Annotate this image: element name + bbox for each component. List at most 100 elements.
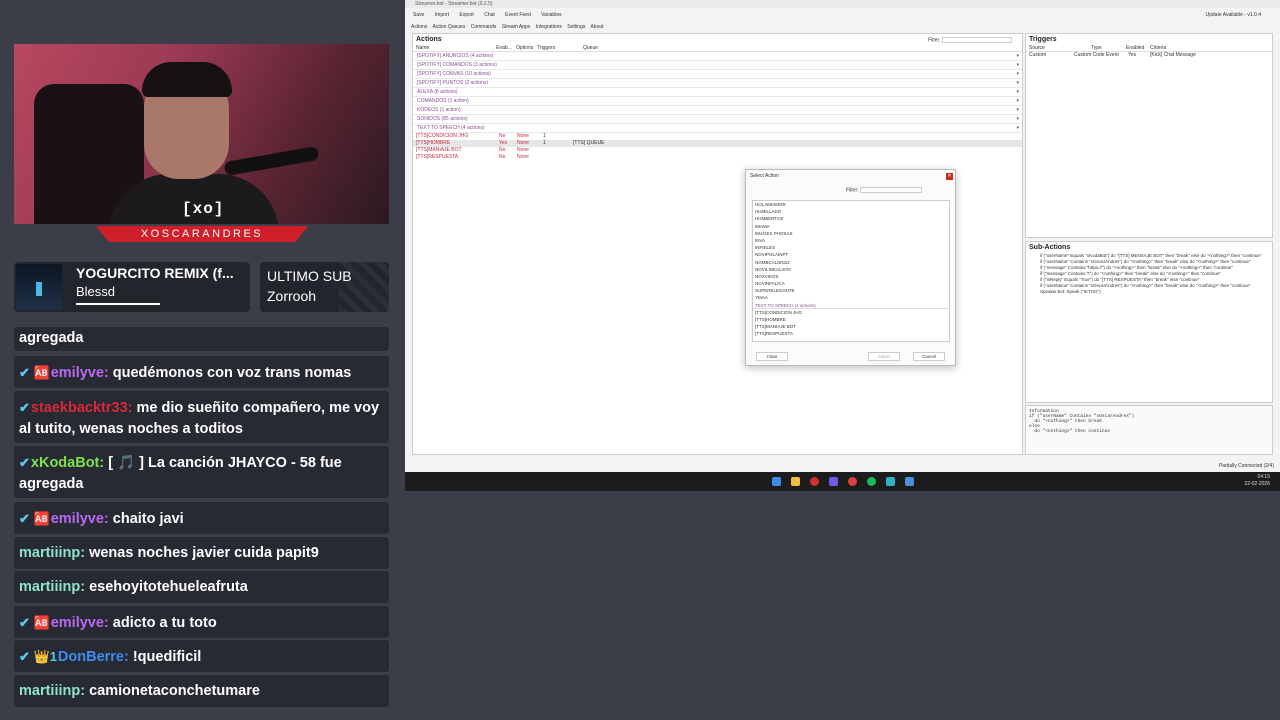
tab-action-queues[interactable]: Action Queues [433,24,466,30]
chat-text: wenas noches javier cuida papit9 [85,545,319,561]
app-icon[interactable] [886,477,895,486]
dialog-action-item[interactable]: IMAGES PHOSAS [753,230,949,237]
dialog-filter-input[interactable] [859,187,922,193]
dialog-action-item[interactable]: INVA [753,237,949,244]
obs-icon[interactable] [848,477,857,486]
col-queue[interactable]: Queue [583,45,598,51]
chat-button[interactable]: Chat [484,12,495,18]
action-group[interactable]: SONIDOS (85 actions) [413,115,1022,124]
action-row[interactable]: [TTS]RESPUESTA No None [413,154,1022,161]
action-group[interactable]: [SPOTIFY] ANUNCIOS (4 actions) [413,52,1022,61]
action-group[interactable]: [SPOTIFY] CONVAS (10 actions) [413,70,1022,79]
col-enabled[interactable]: Enab... [496,45,512,51]
dialog-filter: Filter: [846,187,922,193]
spotify-icon[interactable] [867,477,876,486]
dialog-action-item[interactable]: [TTS]HOMBRE [753,316,949,323]
action-group[interactable]: COMANDOS (1 action) [413,97,1022,106]
start-icon[interactable] [772,477,781,486]
streamerbot-window: Streamer.bot - Streamer.bot (0.2.5) Save… [405,0,1280,472]
dialog-action-item[interactable]: INFIELES [753,244,949,251]
chat-username[interactable]: emilyve: [51,511,109,527]
dialog-action-item[interactable]: NOMBCALIEN12 [753,259,949,266]
update-available-link[interactable]: Update Available - v1.0.4 [1205,9,1261,21]
dialog-action-item[interactable]: [TTS]CONDICION JHG [753,309,949,316]
action-group[interactable]: [SPOTIFY] COMANDOS (3 actions) [413,61,1022,70]
chat-username[interactable]: emilyve: [51,365,109,381]
tab-about[interactable]: About [590,24,603,30]
import-button[interactable]: Import [435,12,449,18]
chat-username[interactable]: martiiinp: [19,545,85,561]
chat-username[interactable]: staekbacktr33: [31,400,133,416]
subaction-item[interactable]: Speaker.bot: Speak ("IKTOG") [1026,289,1272,295]
system-clock[interactable]: 04:15 22-02-2026 [1244,474,1270,488]
file-explorer-icon[interactable] [791,477,800,486]
actions-filter-input[interactable] [942,37,1012,43]
triggers-panel: Triggers Source Type Enabled Criteria Cu… [1025,33,1273,238]
action-enabled: Yes [499,140,508,146]
action-enabled: No [499,147,506,153]
discord-icon[interactable] [829,477,838,486]
save-button[interactable]: Save [413,12,424,18]
chat-username[interactable]: DonBerre: [58,649,129,665]
dialog-action-item[interactable]: HUMBERTOZ [753,215,949,222]
dialog-action-list[interactable]: HOLAMIAMOR HUMILLADO HUMBERTOZ IMAMA IMAGES … [752,200,950,342]
chat-username[interactable]: martiiinp: [19,683,85,699]
dialog-action-item[interactable]: HUMILLADO [753,208,949,215]
dialog-action-item[interactable]: IMAMA [753,223,949,230]
col-options[interactable]: Options [516,45,533,51]
dialog-action-item[interactable]: [TTS]MANIAJE BOT [753,323,949,330]
action-enabled: No [499,133,506,139]
tab-commands[interactable]: Commands [471,24,497,30]
dialog-action-item[interactable]: [TTS]RESPUESTA [753,330,949,337]
cancel-button[interactable]: Cancel [913,352,945,361]
dialog-action-item[interactable]: NOVINFALICA [753,280,949,287]
col-type[interactable]: Type [1091,45,1102,51]
dialog-action-item[interactable]: NOXVIKOS [753,273,949,280]
dialog-group[interactable]: TEXT TO SPEECH (4 actions) [753,302,949,309]
action-row[interactable]: [TTS]CONDICION JHG No None 1 [413,133,1022,140]
col-criteria[interactable]: Criteria [1150,45,1166,51]
action-options: None [517,133,529,139]
tab-settings[interactable]: Settings [567,24,585,30]
chat-message: ✔xKodaBot: [ 🎵 ] La canción JHAYCO - 58 … [14,446,389,498]
tab-actions[interactable]: Actions [411,24,427,30]
opera-icon[interactable] [810,477,819,486]
tab-stream-apps[interactable]: Stream Apps [502,24,531,30]
action-group[interactable]: KODEOS (1 action) [413,106,1022,115]
action-group[interactable]: ALEXA (8 actions) [413,88,1022,97]
col-triggers[interactable]: Triggers [537,45,555,51]
info-panel: Information if ("userName" Contains "xOs… [1025,405,1273,455]
col-trigger-enabled[interactable]: Enabled [1126,45,1144,51]
trigger-source: Custom [1029,52,1047,58]
streamerbot-icon[interactable] [905,477,914,486]
variables-button[interactable]: Variables [541,12,561,18]
clear-button[interactable]: Clear [756,352,788,361]
select-button[interactable]: Select [868,352,900,361]
close-icon[interactable]: ✕ [946,173,953,180]
chat-username[interactable]: xKodaBot: [31,455,104,471]
export-button[interactable]: Export [459,12,473,18]
dialog-action-item[interactable]: NOVIPOLAINPT [753,251,949,258]
action-triggers: 1 [543,140,546,146]
action-group[interactable]: TEXT TO SPEECH (4 actions) [413,124,1022,133]
dialog-action-item[interactable]: YMAA [753,294,949,301]
event-feed-button[interactable]: Event Feed [505,12,531,18]
action-group[interactable]: [SPOTIFY] PUNTOS (2 actions) [413,79,1022,88]
last-sub-widget: ULTIMO SUB Zorrooh [260,262,389,312]
dialog-action-item[interactable]: SUPERELEGANTE [753,287,949,294]
dialog-action-item[interactable]: HOLAMIAMOR [753,201,949,208]
dialog-title: Select Action [750,173,779,179]
dialog-action-item[interactable]: NOVILINEALISTA [753,266,949,273]
col-name[interactable]: Name [416,45,429,51]
trigger-row[interactable]: Custom Custom Code Event Yes [Kick] Chat… [1026,52,1272,59]
action-row[interactable]: [TTS]HOMBRE Yes None 1 [TTS] QUEUE [413,140,1022,147]
col-source[interactable]: Source [1029,45,1045,51]
chat-text: esehoyitotehueleafruta [85,579,248,595]
chat-message: ✔ 🆎emilyve: chaito javi [14,502,389,534]
tab-integrations[interactable]: Integrations [536,24,562,30]
action-triggers: 1 [543,133,546,139]
song-artist: Blessd [76,284,116,299]
action-row[interactable]: [TTS]MANIAJE BOT No None [413,147,1022,154]
chat-username[interactable]: emilyve: [51,615,109,631]
chat-username[interactable]: martiiinp: [19,579,85,595]
